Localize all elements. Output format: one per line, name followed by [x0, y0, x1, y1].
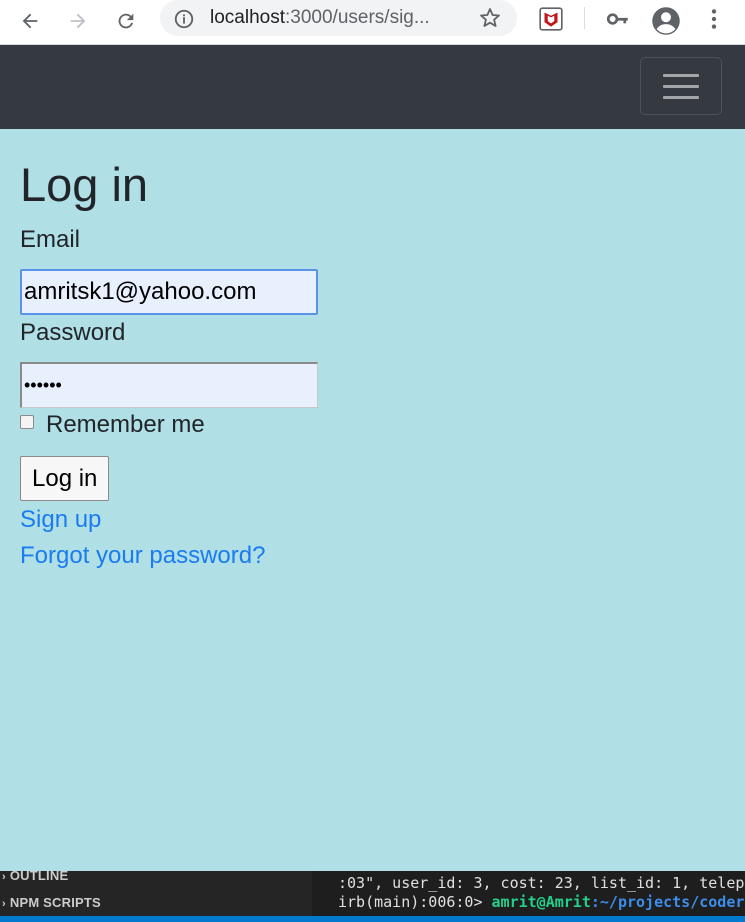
login-button[interactable]: Log in: [20, 456, 110, 501]
forward-button[interactable]: [63, 6, 93, 36]
forward-arrow-icon: [70, 13, 86, 29]
navbar-toggler-button[interactable]: [640, 57, 722, 115]
chevron-right-icon: ›: [2, 898, 6, 910]
npm-scripts-section[interactable]: › NPM SCRIPTS: [2, 895, 101, 910]
sign-up-link[interactable]: Sign up: [20, 506, 101, 534]
forgot-password-link[interactable]: Forgot your password?: [20, 542, 265, 570]
remember-me-checkbox[interactable]: [20, 415, 34, 429]
navbar: [0, 45, 745, 129]
hamburger-icon-bar: [663, 73, 699, 77]
vscode-window: › OUTLINE › NPM SCRIPTS :03", user_id: 3, …: [0, 868, 745, 922]
address-bar[interactable]: localhost:3000/users/sig...: [160, 0, 517, 36]
email-label: Email: [20, 226, 81, 253]
hamburger-icon-bar: [663, 84, 699, 88]
reload-icon: [118, 13, 134, 29]
vscode-status-bar: [0, 916, 745, 922]
mcafee-extension-icon[interactable]: [538, 6, 564, 32]
back-button[interactable]: [15, 6, 45, 36]
outline-section[interactable]: › OUTLINE: [2, 868, 68, 883]
bookmark-star-icon[interactable]: [478, 6, 502, 30]
more-menu-icon[interactable]: [701, 6, 727, 32]
back-arrow-icon: [22, 13, 38, 29]
chevron-right-icon: ›: [2, 871, 6, 883]
url-text: localhost:3000/users/sig...: [210, 7, 430, 28]
vscode-sidebar: › OUTLINE › NPM SCRIPTS: [0, 868, 312, 922]
terminal-panel[interactable]: :03", user_id: 3, cost: 23, list_id: 1, …: [312, 871, 745, 922]
password-field[interactable]: ••••••: [20, 362, 318, 408]
reload-button[interactable]: [111, 6, 141, 36]
key-icon[interactable]: [605, 6, 631, 32]
info-icon[interactable]: [173, 8, 195, 30]
remember-me-row: Remember me: [20, 411, 205, 439]
email-field[interactable]: [20, 269, 318, 315]
remember-me-label: Remember me: [46, 411, 205, 438]
page-title: Log in: [20, 158, 149, 211]
account-icon[interactable]: [651, 6, 681, 36]
terminal-prompt-line: irb(main):006:0> amrit@Amrit:~/projects/…: [338, 893, 745, 911]
browser-toolbar: localhost:3000/users/sig...: [0, 0, 745, 45]
password-label: Password: [20, 319, 126, 346]
toolbar-separator: [584, 7, 585, 29]
terminal-output-line: :03", user_id: 3, cost: 23, list_id: 1, …: [338, 874, 745, 892]
hamburger-icon-bar: [663, 95, 699, 99]
